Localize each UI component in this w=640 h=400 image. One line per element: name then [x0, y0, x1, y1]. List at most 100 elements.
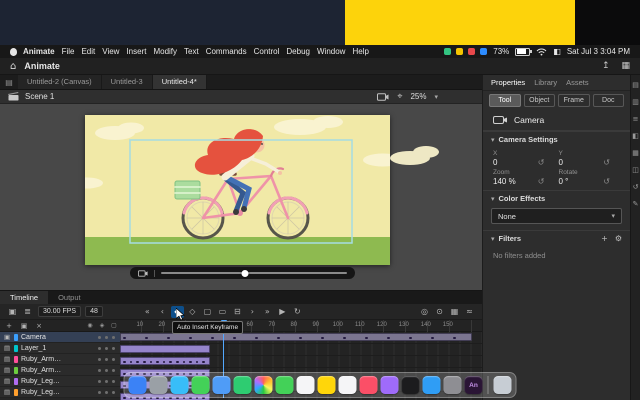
menu-debug[interactable]: Debug [286, 47, 310, 56]
onion-outlines-icon[interactable]: ⊙ [433, 306, 446, 318]
center-stage-icon[interactable]: ⌖ [397, 92, 402, 102]
dock-icon-podcasts[interactable] [381, 376, 399, 394]
reset-zoom-icon[interactable]: ↺ [538, 177, 545, 186]
layer-row-1[interactable]: ▣Camera [0, 332, 120, 343]
tab-library[interactable]: Library [534, 78, 557, 87]
outline-icon[interactable]: ▢ [110, 320, 118, 332]
remove-frame-icon[interactable]: ⊟ [231, 306, 244, 318]
dock-icon-facetime[interactable] [276, 376, 294, 394]
dock-icon-notes[interactable] [318, 376, 336, 394]
toggle-dot[interactable] [112, 391, 115, 394]
toggle-dot[interactable] [105, 336, 108, 339]
toggle-dot[interactable] [98, 369, 101, 372]
reset-rotate-icon[interactable]: ↺ [603, 177, 610, 186]
dock-icon-settings[interactable] [444, 376, 462, 394]
camera-zoom-slider[interactable] [161, 272, 347, 274]
chevron-down-icon[interactable]: ▾ [491, 235, 495, 243]
subtab-object[interactable]: Object [524, 94, 556, 107]
subtab-doc[interactable]: Doc [593, 94, 625, 107]
doc-tab-1[interactable]: Untitled-2 (Canvas) [18, 75, 102, 89]
share-button[interactable]: ↥ [602, 61, 610, 71]
show-hide-icon[interactable]: ◉ [86, 320, 94, 332]
play-icon[interactable]: ▶ [276, 306, 289, 318]
status-green-icon[interactable] [444, 48, 451, 55]
wifi-icon[interactable] [536, 48, 547, 56]
toggle-dot[interactable] [98, 358, 101, 361]
layer-row-2[interactable]: ▤Layer_1 [0, 343, 120, 354]
dock-icon-photos[interactable] [255, 376, 273, 394]
toggle-dot[interactable] [105, 380, 108, 383]
toggle-dot[interactable] [98, 380, 101, 383]
dock-icon-mail[interactable] [213, 376, 231, 394]
swatches-panel-icon[interactable]: ▦ [632, 149, 639, 157]
dock-icon-launchpad[interactable] [150, 376, 168, 394]
apple-logo-icon[interactable] [10, 48, 17, 56]
color-effect-dropdown[interactable]: None ▾ [491, 208, 622, 224]
rotate-value[interactable]: 0 ° [559, 177, 569, 186]
new-layer-icon[interactable]: + [4, 320, 14, 332]
frame-view-icon[interactable]: ≈ [463, 306, 476, 318]
add-filter-icon[interactable]: + [601, 234, 608, 243]
loop-icon[interactable]: ↻ [291, 306, 304, 318]
toggle-dot[interactable] [105, 358, 108, 361]
menu-control[interactable]: Control [254, 47, 280, 56]
toggle-dot[interactable] [105, 369, 108, 372]
menubar-clock[interactable]: Sat Jul 3 3:04 PM [567, 47, 630, 56]
status-yellow-icon[interactable] [456, 48, 463, 55]
step-back-icon[interactable]: « [141, 306, 154, 318]
canvas[interactable] [85, 115, 390, 265]
y-value[interactable]: 0 [559, 158, 563, 167]
dock-icon-finder[interactable] [129, 376, 147, 394]
chevron-down-icon[interactable]: ▾ [491, 136, 495, 144]
toggle-dot[interactable] [112, 347, 115, 350]
layer-row-3[interactable]: ▤Ruby_Arm… [0, 354, 120, 365]
dock-icon-trash[interactable] [494, 376, 512, 394]
tab-output[interactable]: Output [48, 291, 91, 304]
menu-commands[interactable]: Commands [206, 47, 247, 56]
dock-icon-maps[interactable] [234, 376, 252, 394]
insert-keyframe-icon[interactable]: ◇ [186, 306, 199, 318]
menu-view[interactable]: View [102, 47, 119, 56]
tab-assets[interactable]: Assets [566, 78, 589, 87]
doc-tab-2[interactable]: Untitled-3 [102, 75, 153, 89]
fps-display[interactable]: 30.00 FPS [38, 306, 81, 317]
subtab-tool[interactable]: Tool [489, 94, 521, 107]
dock-icon-tv[interactable] [402, 376, 420, 394]
dock-icon-calendar[interactable] [297, 376, 315, 394]
new-folder-icon[interactable]: ▣ [19, 320, 29, 332]
menu-modify[interactable]: Modify [153, 47, 177, 56]
toggle-dot[interactable] [98, 336, 101, 339]
color-panel-icon[interactable]: ◧ [632, 132, 639, 140]
brush-panel-icon[interactable]: ✎ [633, 200, 639, 208]
dock-icon-music[interactable] [360, 376, 378, 394]
dock-icon-animate[interactable]: An [465, 376, 483, 394]
tab-timeline[interactable]: Timeline [0, 291, 48, 304]
section-filters[interactable]: ▾ Filters + ⚙ [483, 230, 630, 246]
zoom-value[interactable]: 140 % [493, 177, 516, 186]
insert-frame-icon[interactable]: ▭ [216, 306, 229, 318]
frame-forward-icon[interactable]: › [246, 306, 259, 318]
layer-depth-icon[interactable]: ≣ [21, 306, 34, 318]
status-blue-icon[interactable] [480, 48, 487, 55]
toggle-dot[interactable] [98, 347, 101, 350]
section-color-effects[interactable]: ▾ Color Effects [483, 190, 630, 206]
toggle-dot[interactable] [112, 380, 115, 383]
lock-icon[interactable]: ◈ [98, 320, 106, 332]
dock-icon-messages[interactable] [192, 376, 210, 394]
chevron-down-icon[interactable]: ▾ [434, 93, 438, 101]
control-center-icon[interactable]: ◧ [553, 47, 561, 56]
menu-file[interactable]: File [62, 47, 75, 56]
dock-icon-safari[interactable] [171, 376, 189, 394]
doc-tab-3[interactable]: Untitled-4* [153, 75, 207, 89]
properties-panel-icon[interactable]: ▤ [632, 81, 639, 89]
dock-icon-appstore[interactable] [423, 376, 441, 394]
current-frame-display[interactable]: 48 [85, 306, 103, 317]
section-camera-settings[interactable]: ▾ Camera Settings [483, 131, 630, 147]
menu-edit[interactable]: Edit [81, 47, 95, 56]
toggle-dot[interactable] [98, 391, 101, 394]
step-forward-icon[interactable]: » [261, 306, 274, 318]
filter-options-icon[interactable]: ⚙ [615, 234, 622, 243]
insert-blank-keyframe-icon[interactable]: ▢ [201, 306, 214, 318]
reset-y-icon[interactable]: ↺ [603, 158, 610, 167]
camera-toggle-icon[interactable] [377, 93, 389, 101]
